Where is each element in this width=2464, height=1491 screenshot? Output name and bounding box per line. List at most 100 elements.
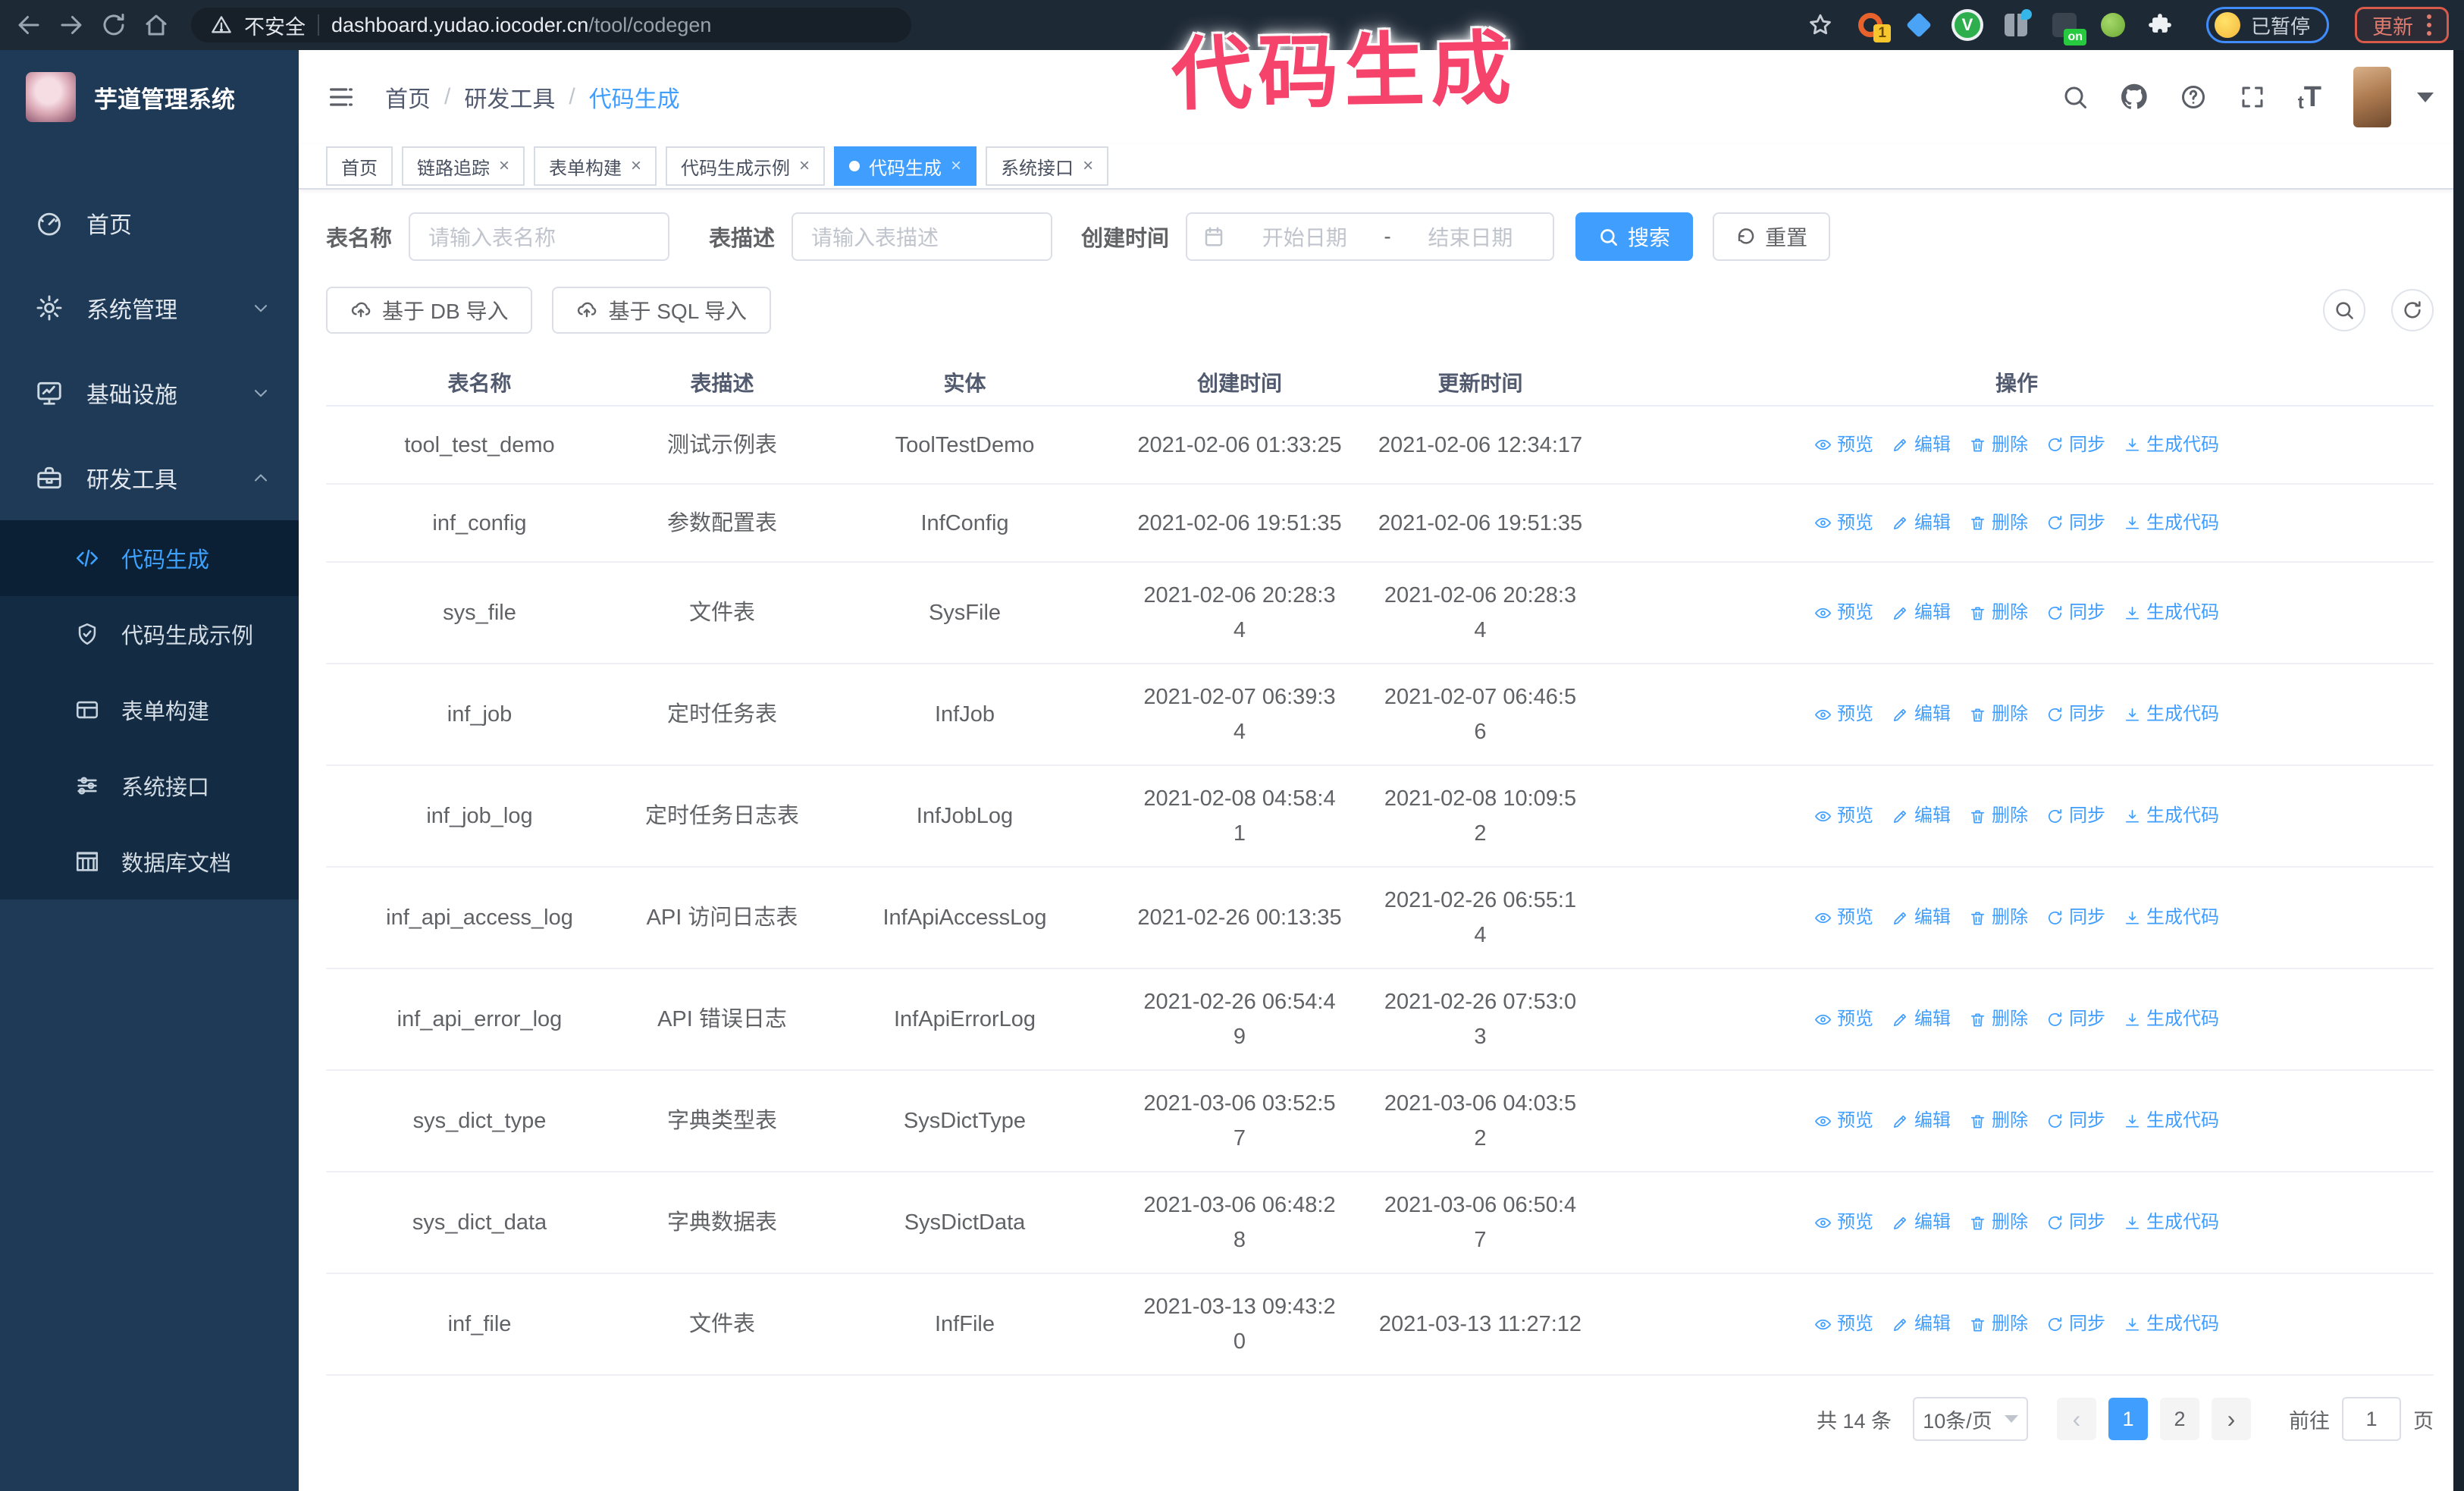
toggle-search-button[interactable] (2323, 289, 2365, 331)
tab-form-builder[interactable]: 表单构建 × (534, 146, 657, 186)
tab-close-icon[interactable]: × (499, 157, 509, 175)
tab-close-icon[interactable]: × (1083, 157, 1093, 175)
tab-system-api[interactable]: 系统接口 × (986, 146, 1109, 186)
preview-action-link[interactable]: 预览 (1814, 513, 1873, 532)
page-button-1[interactable]: 1 (2108, 1398, 2148, 1440)
search-icon[interactable] (2061, 83, 2089, 111)
help-icon[interactable] (2180, 83, 2207, 111)
edit-action-link[interactable]: 编辑 (1892, 807, 1951, 825)
delete-action-link[interactable]: 删除 (1969, 1010, 2028, 1028)
edit-action-link[interactable]: 编辑 (1892, 604, 1951, 622)
tab-close-icon[interactable]: × (631, 157, 641, 175)
tab-close-icon[interactable]: × (799, 157, 810, 175)
browser-home-icon[interactable] (143, 11, 170, 39)
import-db-button[interactable]: 基于 DB 导入 (326, 287, 533, 334)
sidebar-subitem-system-api[interactable]: 系统接口 (0, 748, 299, 824)
sidebar-subitem-db-doc[interactable]: 数据库文档 (0, 824, 299, 899)
edit-action-link[interactable]: 编辑 (1892, 1112, 1951, 1130)
user-menu-caret-icon[interactable] (2417, 92, 2434, 102)
sync-action-link[interactable]: 同步 (2046, 1315, 2105, 1333)
edit-action-link[interactable]: 编辑 (1892, 705, 1951, 724)
generate-action-link[interactable]: 生成代码 (2124, 909, 2219, 927)
refresh-button[interactable] (2391, 289, 2434, 331)
sidebar-logo-row[interactable]: 芋道管理系统 (0, 50, 299, 144)
hamburger-icon[interactable] (326, 82, 356, 112)
generate-action-link[interactable]: 生成代码 (2124, 1213, 2219, 1232)
sync-action-link[interactable]: 同步 (2046, 705, 2105, 724)
generate-action-link[interactable]: 生成代码 (2124, 1010, 2219, 1028)
generate-action-link[interactable]: 生成代码 (2124, 435, 2219, 454)
sidebar-item-infra[interactable]: 基础设施 (0, 350, 299, 435)
edit-action-link[interactable]: 编辑 (1892, 513, 1951, 532)
delete-action-link[interactable]: 删除 (1969, 604, 2028, 622)
sync-action-link[interactable]: 同步 (2046, 435, 2105, 454)
delete-action-link[interactable]: 删除 (1969, 1213, 2028, 1232)
browser-reload-icon[interactable] (100, 11, 127, 39)
goto-page-input[interactable]: 1 (2342, 1397, 2401, 1441)
sync-action-link[interactable]: 同步 (2046, 807, 2105, 825)
edit-action-link[interactable]: 编辑 (1892, 1010, 1951, 1028)
table-desc-input[interactable]: 请输入表描述 (792, 212, 1053, 261)
browser-back-icon[interactable] (15, 11, 42, 39)
sidebar-item-system[interactable]: 系统管理 (0, 265, 299, 350)
preview-action-link[interactable]: 预览 (1814, 1010, 1873, 1028)
sidebar-item-devtools[interactable]: 研发工具 (0, 435, 299, 520)
reset-button[interactable]: 重置 (1713, 212, 1831, 261)
sync-action-link[interactable]: 同步 (2046, 1010, 2105, 1028)
page-size-select[interactable]: 10条/页 (1913, 1397, 2028, 1441)
edit-action-link[interactable]: 编辑 (1892, 1315, 1951, 1333)
sidebar-subitem-form-builder[interactable]: 表单构建 (0, 672, 299, 748)
address-bar[interactable]: 不安全 dashboard.yudao.iocoder.cn/tool/code… (191, 8, 911, 42)
edit-action-link[interactable]: 编辑 (1892, 435, 1951, 454)
extension-grid-icon[interactable] (2002, 9, 2032, 39)
next-page-button[interactable]: › (2212, 1398, 2251, 1440)
github-icon[interactable] (2121, 83, 2148, 111)
table-name-input[interactable]: 请输入表名称 (409, 212, 670, 261)
sync-action-link[interactable]: 同步 (2046, 1112, 2105, 1130)
browser-update-button[interactable]: 更新 (2355, 7, 2449, 43)
tab-tracing[interactable]: 链路追踪 × (402, 146, 525, 186)
extension-gem-icon[interactable] (1904, 11, 1933, 39)
generate-action-link[interactable]: 生成代码 (2124, 705, 2219, 724)
sync-action-link[interactable]: 同步 (2046, 1213, 2105, 1232)
delete-action-link[interactable]: 删除 (1969, 705, 2028, 724)
delete-action-link[interactable]: 删除 (1969, 909, 2028, 927)
preview-action-link[interactable]: 预览 (1814, 1315, 1873, 1333)
sync-action-link[interactable]: 同步 (2046, 604, 2105, 622)
generate-action-link[interactable]: 生成代码 (2124, 1315, 2219, 1333)
search-button[interactable]: 搜索 (1575, 212, 1694, 261)
preview-action-link[interactable]: 预览 (1814, 705, 1873, 724)
preview-action-link[interactable]: 预览 (1814, 807, 1873, 825)
delete-action-link[interactable]: 删除 (1969, 1112, 2028, 1130)
delete-action-link[interactable]: 删除 (1969, 435, 2028, 454)
import-sql-button[interactable]: 基于 SQL 导入 (552, 287, 772, 334)
page-button-2[interactable]: 2 (2160, 1398, 2199, 1440)
browser-menu-icon[interactable] (2427, 14, 2431, 36)
breadcrumb-item[interactable]: 首页 (385, 80, 431, 114)
tab-home[interactable]: 首页 (326, 146, 393, 186)
preview-action-link[interactable]: 预览 (1814, 604, 1873, 622)
tab-codegen[interactable]: 代码生成 × (834, 146, 977, 186)
bookmark-star-icon[interactable] (1807, 12, 1833, 38)
preview-action-link[interactable]: 预览 (1814, 435, 1873, 454)
end-date-input[interactable]: 结束日期 (1403, 221, 1538, 252)
extension-switch-icon[interactable]: on (2050, 11, 2086, 46)
delete-action-link[interactable]: 删除 (1969, 807, 2028, 825)
extension-v-icon[interactable]: V (1953, 11, 1982, 39)
edit-action-link[interactable]: 编辑 (1892, 909, 1951, 927)
start-date-input[interactable]: 开始日期 (1237, 221, 1372, 252)
tab-close-icon[interactable]: × (951, 157, 961, 175)
sync-action-link[interactable]: 同步 (2046, 909, 2105, 927)
preview-action-link[interactable]: 预览 (1814, 1112, 1873, 1130)
generate-action-link[interactable]: 生成代码 (2124, 1112, 2219, 1130)
sidebar-item-home[interactable]: 首页 (0, 180, 299, 265)
fullscreen-icon[interactable] (2239, 83, 2266, 111)
preview-action-link[interactable]: 预览 (1814, 909, 1873, 927)
delete-action-link[interactable]: 删除 (1969, 1315, 2028, 1333)
edit-action-link[interactable]: 编辑 (1892, 1213, 1951, 1232)
user-avatar[interactable] (2353, 67, 2391, 127)
extension-colorpicker-icon[interactable]: 1 (1856, 11, 1891, 42)
preview-action-link[interactable]: 预览 (1814, 1213, 1873, 1232)
generate-action-link[interactable]: 生成代码 (2124, 604, 2219, 622)
date-range-picker[interactable]: 开始日期 - 结束日期 (1186, 212, 1555, 261)
